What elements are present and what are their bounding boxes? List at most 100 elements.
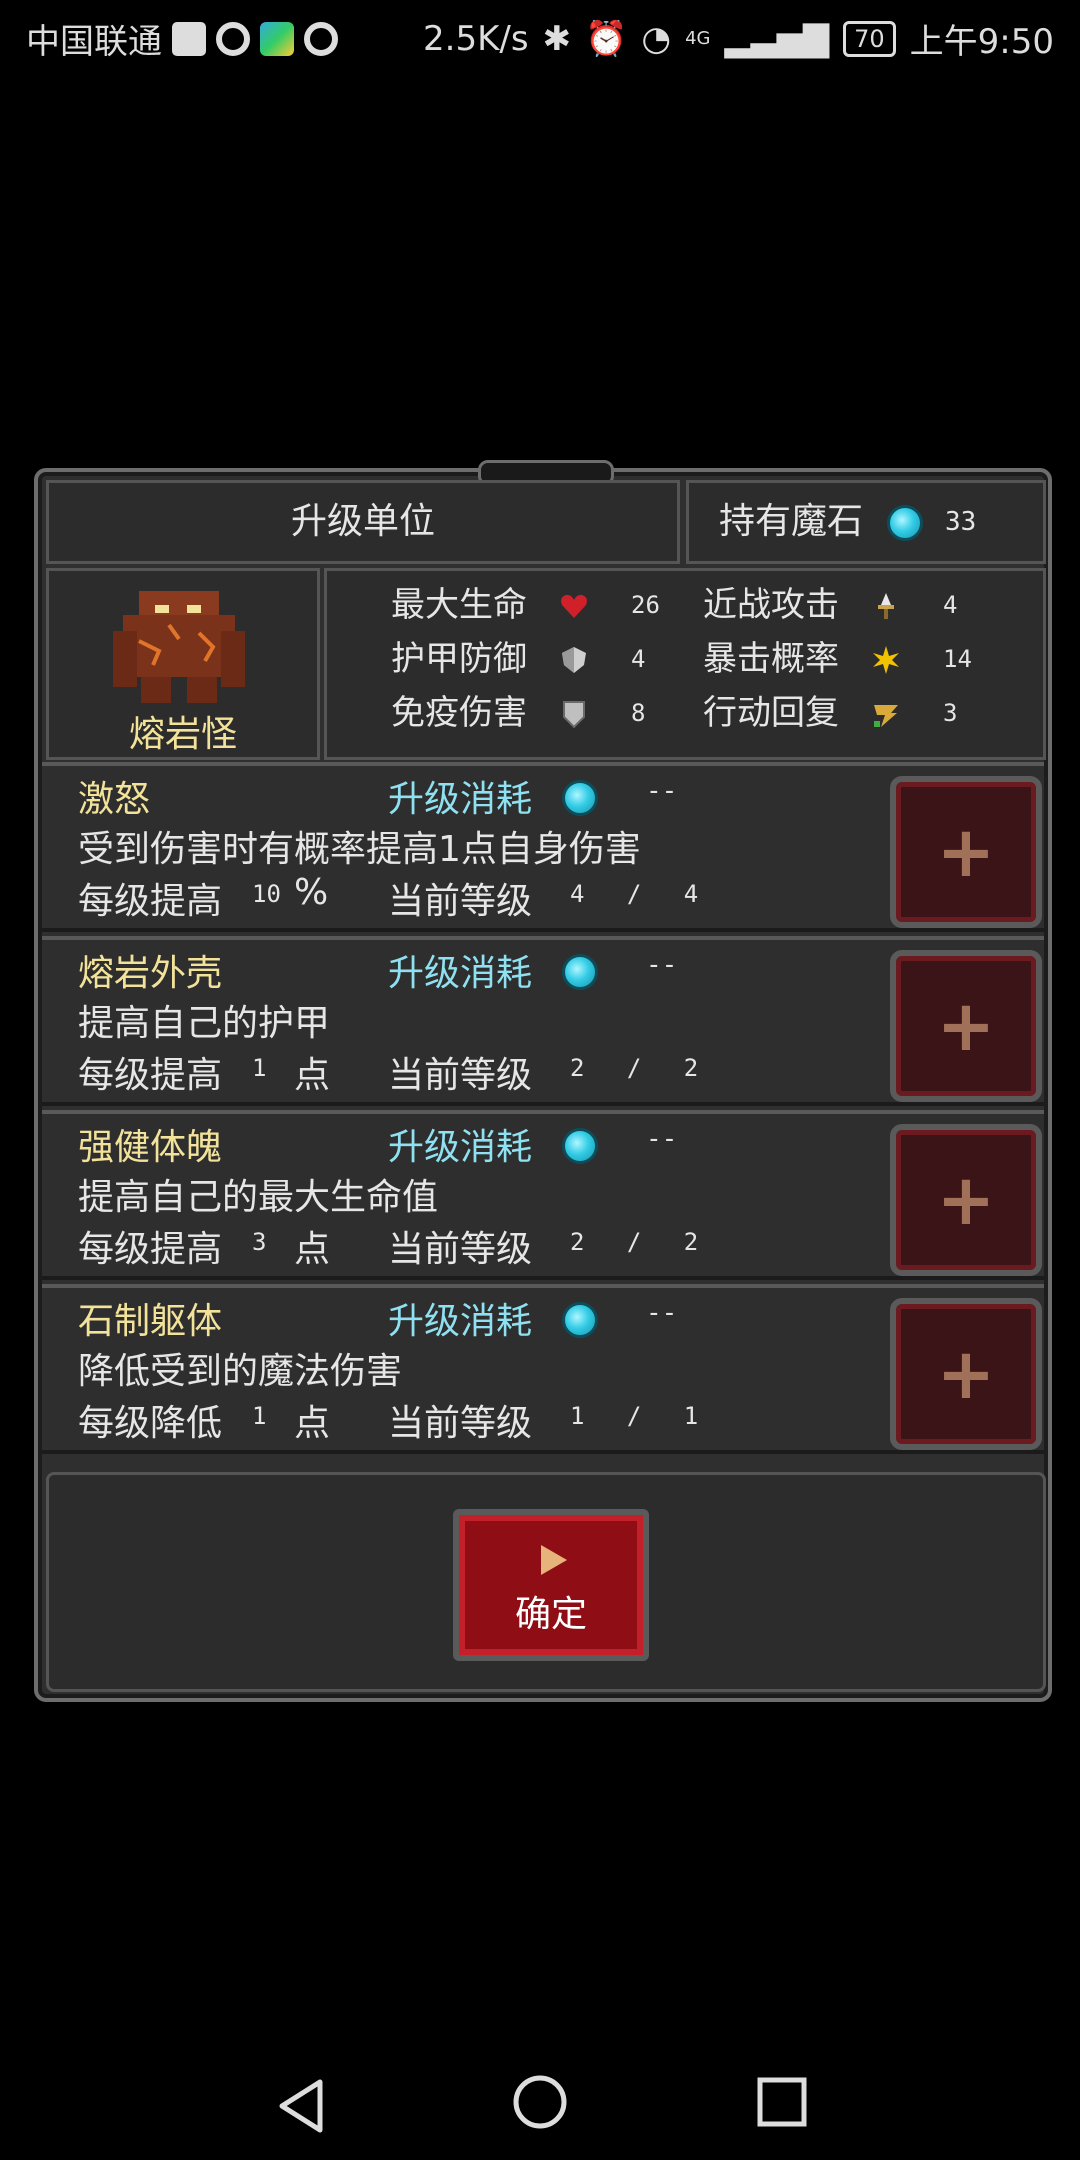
navigation-bar (0, 2060, 1080, 2160)
wifi-icon: ◔ (641, 18, 672, 59)
upgrade-cost-label: 升级消耗 (388, 1127, 533, 1168)
upgrade-row-lava-shell: 熔岩外壳 升级消耗 -- 提高自己的护甲 每级提高 1 点 当前等级 2 / 2… (42, 936, 1044, 1106)
lava-golem-icon (113, 591, 245, 703)
per-level-label: 每级提高 (78, 1229, 223, 1270)
per-level-label: 每级提高 (78, 1055, 223, 1096)
upgrade-description: 提高自己的最大生命值 (78, 1177, 439, 1218)
bluetooth-icon: ✱ (542, 18, 572, 59)
upgrade-panel: 升级单位 持有魔石 33 熔岩怪 最大生命 26 近战攻击 4 护甲防御 4 暴… (34, 460, 1052, 1702)
plus-icon: + (936, 1333, 996, 1415)
plus-icon: + (936, 1159, 996, 1241)
heart-icon (561, 594, 587, 618)
upgrade-row-strong-body: 强健体魄 升级消耗 -- 提高自己的最大生命值 每级提高 3 点 当前等级 2 … (42, 1110, 1044, 1280)
alarm-icon: ⏰ (585, 18, 628, 59)
upgrade-description: 提高自己的护甲 (78, 1003, 331, 1044)
per-level-unit: 点 (294, 1055, 331, 1096)
gem-icon (562, 1128, 598, 1164)
confirm-label: 确定 (514, 1594, 587, 1635)
stat-label: 暴击概率 (703, 639, 839, 679)
current-level-label: 当前等级 (388, 1229, 533, 1270)
play-store-icon (260, 21, 294, 56)
stat-value: 4 (631, 645, 646, 673)
stat-value: 4 (943, 591, 958, 619)
clock: 上午9:50 (909, 22, 1054, 62)
upgrade-plus-button[interactable]: + (890, 1124, 1042, 1276)
per-level-value: 3 (252, 1228, 267, 1256)
upgrade-cost-label: 升级消耗 (388, 779, 533, 820)
per-level-label: 每级提高 (78, 881, 223, 922)
current-level-label: 当前等级 (388, 881, 533, 922)
panel-header: 升级单位 持有魔石 33 (46, 480, 1046, 564)
status-bar-left: 中国联通 (26, 14, 338, 63)
gem-icon (562, 954, 598, 990)
per-level-value: 10 (252, 880, 281, 908)
per-level-unit: 点 (294, 1229, 331, 1270)
stat-label: 护甲防御 (391, 639, 527, 679)
current-level-label: 当前等级 (388, 1055, 533, 1096)
carrier-label: 中国联通 (26, 22, 162, 62)
title-box: 升级单位 (46, 480, 680, 564)
stat-label: 免疫伤害 (391, 693, 527, 733)
upgrade-name: 激怒 (78, 779, 151, 820)
gem-count: 33 (945, 507, 977, 537)
confirm-area: 确定 (46, 1472, 1046, 1692)
stat-value: 8 (631, 699, 646, 727)
monster-name: 熔岩怪 (128, 714, 237, 755)
upgrade-plus-button[interactable]: + (890, 1298, 1042, 1450)
stat-label: 行动回复 (703, 693, 839, 733)
current-level-value: 1 / 1 (570, 1402, 713, 1430)
stat-label: 最大生命 (391, 585, 527, 625)
gem-balance: 持有魔石 33 (686, 480, 1046, 564)
current-level-value: 4 / 4 (570, 880, 713, 908)
network-speed: 2.5K/s (423, 18, 529, 59)
network-type: 4G (685, 28, 711, 49)
battery-icon: 70 (843, 20, 896, 57)
upgrade-row-stone-body: 石制躯体 升级消耗 -- 降低受到的魔法伤害 每级降低 1 点 当前等级 1 /… (42, 1284, 1044, 1454)
upgrade-cost: -- (646, 1124, 678, 1154)
current-level-label: 当前等级 (388, 1403, 533, 1444)
armor-icon (562, 647, 586, 673)
gem-icon (562, 1302, 598, 1338)
status-bar-right: 2.5K/s ✱ ⏰ ◔ 4G ▂▃▅▇ 70 上午9:50 (423, 14, 1054, 63)
upgrade-description: 受到伤害时有概率提高1点自身伤害 (78, 829, 641, 870)
briefcase-icon (172, 21, 206, 56)
monster-portrait: 熔岩怪 (46, 568, 320, 760)
stat-value: 3 (943, 699, 958, 727)
stat-value: 26 (631, 591, 660, 619)
upgrade-name: 石制躯体 (78, 1301, 223, 1342)
speed-icon (874, 705, 898, 727)
upgrade-name: 强健体魄 (78, 1127, 223, 1168)
upgrade-cost-label: 升级消耗 (388, 1301, 533, 1342)
plus-icon: + (936, 985, 996, 1067)
plus-icon: + (936, 811, 996, 893)
stat-label: 近战攻击 (703, 585, 839, 625)
play-icon (541, 1545, 567, 1575)
shield-icon (563, 701, 585, 729)
upgrade-plus-button[interactable]: + (890, 776, 1042, 928)
upgrade-name: 熔岩外壳 (78, 953, 223, 994)
per-level-value: 1 (252, 1054, 267, 1082)
confirm-button[interactable]: 确定 (453, 1509, 649, 1661)
upgrade-cost: -- (646, 776, 678, 806)
upgrade-cost: -- (646, 1298, 678, 1328)
page-title: 升级单位 (290, 501, 435, 542)
q-app-icon (216, 21, 250, 56)
upgrade-cost-label: 升级消耗 (388, 953, 533, 994)
gem-label: 持有魔石 (719, 501, 864, 542)
gem-icon (562, 780, 598, 816)
upgrade-row-rage: 激怒 升级消耗 -- 受到伤害时有概率提高1点自身伤害 每级提高 10 % 当前… (42, 762, 1044, 932)
home-button[interactable] (512, 2074, 568, 2130)
upgrade-description: 降低受到的魔法伤害 (78, 1351, 403, 1392)
stats-panel: 最大生命 26 近战攻击 4 护甲防御 4 暴击概率 14 免疫伤害 8 行动回… (324, 568, 1046, 760)
upgrade-cost: -- (646, 950, 678, 980)
sword-icon (878, 593, 894, 619)
q-app-icon-2 (304, 21, 338, 56)
recent-apps-button[interactable] (756, 2076, 808, 2128)
status-bar: 中国联通 2.5K/s ✱ ⏰ ◔ 4G ▂▃▅▇ 70 上午9:50 (0, 0, 1080, 72)
upgrade-plus-button[interactable]: + (890, 950, 1042, 1102)
per-level-unit: % (294, 872, 329, 913)
current-level-value: 2 / 2 (570, 1228, 713, 1256)
per-level-value: 1 (252, 1402, 267, 1430)
per-level-unit: 点 (294, 1403, 331, 1444)
home-icon (513, 2075, 567, 2129)
